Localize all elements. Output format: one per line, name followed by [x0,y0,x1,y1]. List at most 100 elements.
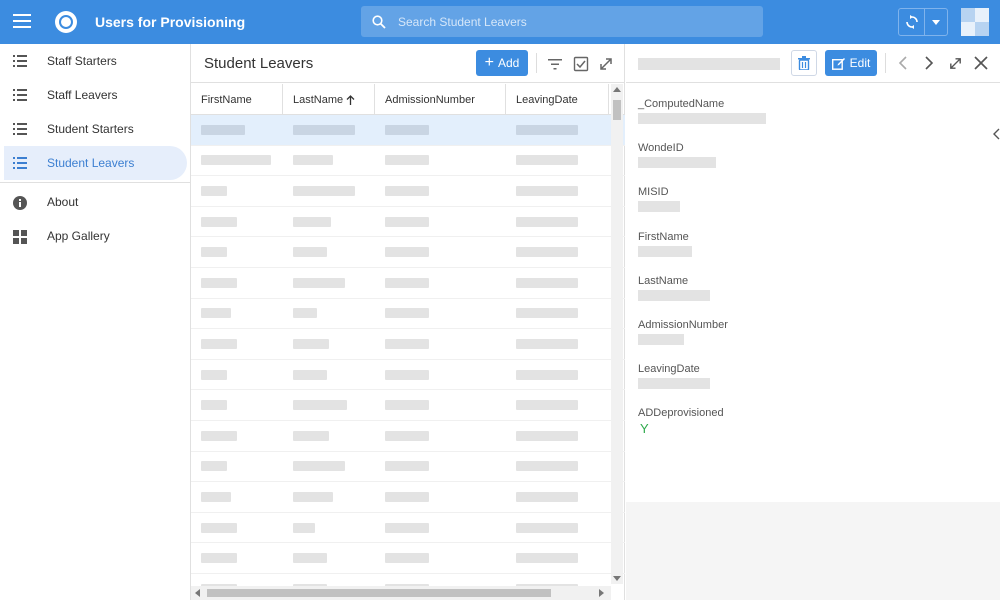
cell-value-redacted [385,491,429,502]
page-title: Student Leavers [204,55,314,72]
cell-value-redacted [516,369,578,380]
divider [885,53,886,73]
close-icon[interactable] [974,56,988,70]
field-misid: MISID [638,172,1000,216]
sidebar-item-staff-leavers[interactable]: Staff Leavers [0,78,190,112]
field-value-redacted [638,245,692,257]
table-row[interactable] [191,207,625,238]
table-row[interactable] [191,115,625,146]
table-row[interactable] [191,176,625,207]
list-icon [13,55,27,67]
table-cell [191,360,283,390]
table-cell [375,543,506,573]
cell-value-redacted [385,124,429,135]
table-row[interactable] [191,329,625,360]
horizontal-scrollbar[interactable] [191,586,611,600]
table-cell [506,299,609,329]
cell-value-redacted [201,124,245,135]
table-row[interactable] [191,360,625,391]
column-header-firstname[interactable]: FirstName [191,84,283,115]
cell-value-redacted [385,522,429,533]
cell-value-redacted [293,338,329,349]
cell-value-redacted [385,216,429,227]
cell-value-redacted [201,247,227,258]
sidebar-item-student-leavers[interactable]: Student Leavers [4,146,187,180]
cell-value-redacted [293,461,345,472]
add-button[interactable]: + Add [476,50,528,76]
cell-value-redacted [293,124,355,135]
table-cell [506,513,609,543]
table-cell [375,452,506,482]
search-box[interactable] [361,6,763,37]
expand-icon[interactable] [598,56,614,72]
select-checkbox-icon[interactable] [573,56,589,72]
menu-icon[interactable] [13,14,31,28]
cell-value-redacted [201,216,237,227]
search-input[interactable] [398,14,738,29]
table-cell [506,146,609,176]
column-header-leavingdate[interactable]: LeavingDate [506,84,609,115]
table-row[interactable] [191,146,625,177]
app-logo-icon [55,11,77,33]
table-row[interactable] [191,268,625,299]
record-title-redacted [638,58,780,70]
chevron-right-icon[interactable] [924,56,934,70]
table-row[interactable] [191,452,625,483]
cell-value-redacted [385,338,429,349]
plus-icon: + [484,54,494,71]
table-row[interactable] [191,390,625,421]
table-cell [375,513,506,543]
table-row[interactable] [191,513,625,544]
chevron-left-icon[interactable] [898,56,908,70]
table-cell [506,115,609,145]
sidebar-item-student-starters[interactable]: Student Starters [0,112,190,146]
field-value-redacted [638,378,710,390]
edit-button[interactable]: Edit [825,50,877,76]
cell-value-redacted [293,155,333,166]
table-cell [191,482,283,512]
table-row[interactable] [191,299,625,330]
sidebar-item-staff-starters[interactable]: Staff Starters [0,44,190,78]
sidebar-item-label: App Gallery [47,229,110,243]
table-cell [283,115,375,145]
chevron-left-icon[interactable] [992,128,1000,140]
sidebar-item-label: Staff Starters [47,54,117,68]
table-cell [375,482,506,512]
sync-dropdown-button[interactable] [925,9,947,35]
list-icon [13,89,27,101]
cell-value-redacted [293,277,345,288]
filter-icon[interactable] [547,56,563,72]
edit-button-label: Edit [849,56,871,70]
field-computedname: _ComputedName [638,84,1000,128]
cell-value-redacted [516,400,578,411]
vertical-scrollbar[interactable] [611,84,623,584]
table-row[interactable] [191,543,625,574]
table-cell [191,421,283,451]
delete-button[interactable] [791,50,817,76]
field-value-redacted [638,201,680,213]
table-row[interactable] [191,421,625,452]
detail-header: Edit [626,44,1000,83]
cell-value-redacted [385,185,429,196]
sidebar-item-about[interactable]: About [0,185,190,219]
column-header-lastname[interactable]: LastName [283,84,375,115]
cell-value-redacted [201,338,237,349]
cell-value-redacted [385,277,429,288]
sidebar-item-app-gallery[interactable]: App Gallery [0,219,190,253]
table-row[interactable] [191,237,625,268]
table-cell [191,268,283,298]
table-row[interactable] [191,482,625,513]
avatar[interactable] [961,8,989,36]
sync-icon [905,15,918,29]
sync-button[interactable] [899,9,925,35]
cell-value-redacted [201,369,227,380]
grid-icon [13,230,27,244]
table-cell [191,207,283,237]
cell-value-redacted [385,247,429,258]
detail-panel: Edit _ComputedName WondeID MISID FirstNa… [626,44,1000,600]
field-label: LastName [638,274,689,287]
sort-ascending-icon [346,94,355,105]
column-header-admissionnumber[interactable]: AdmissionNumber [375,84,506,115]
table-cell [375,421,506,451]
expand-icon[interactable] [948,56,963,71]
